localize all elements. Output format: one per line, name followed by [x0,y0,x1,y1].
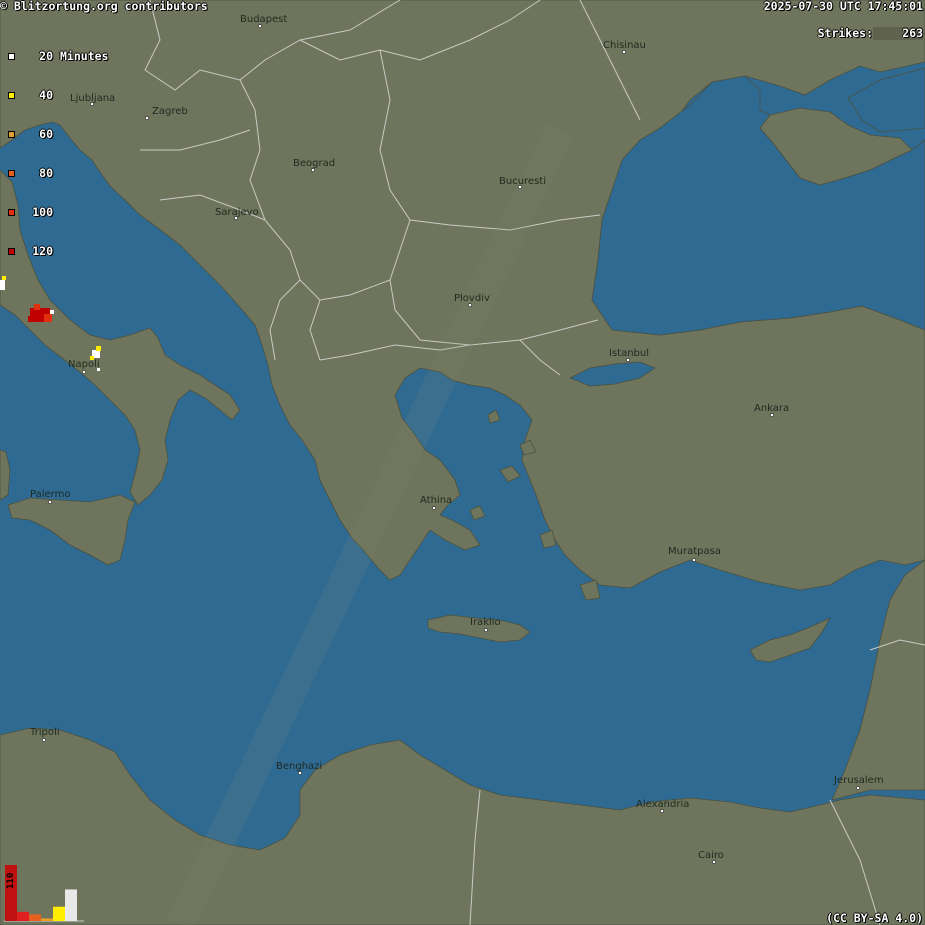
svg-text:Benghazi: Benghazi [276,761,322,772]
svg-text:Jerusalem: Jerusalem [833,775,884,786]
svg-text:Ankara: Ankara [754,403,789,414]
histogram-bar [65,889,77,921]
legend-swatch [8,248,15,255]
histogram-bar [41,918,53,921]
city-bucuresti: Bucuresti [499,176,546,189]
svg-text:Beograd: Beograd [293,158,335,169]
strikes-value: 263 [873,27,923,40]
svg-text:Alexandria: Alexandria [636,799,689,810]
license-text[interactable]: (CC BY-SA 4.0) [826,912,923,925]
legend-row-20: 20 Minutes [8,50,108,63]
legend-swatch [8,209,15,216]
legend-swatch [8,92,15,99]
svg-text:Athina: Athina [420,495,452,506]
credit-text[interactable]: © Blitzortung.org contributors [0,0,208,13]
svg-text:Sarajevo: Sarajevo [215,207,259,218]
svg-text:Napoli: Napoli [68,359,100,370]
strikes-label: Strikes: [817,26,873,40]
svg-text:Palermo: Palermo [30,489,70,500]
svg-text:Bucuresti: Bucuresti [499,176,546,187]
svg-text:Budapest: Budapest [240,14,287,25]
svg-text:Iraklio: Iraklio [470,617,501,628]
timestamp: 2025-07-30 UTC 17:45:01 [763,0,923,13]
histogram-bar [29,914,41,921]
svg-text:Plovdiv: Plovdiv [454,293,490,304]
svg-text:Cairo: Cairo [698,850,724,861]
legend-row-80: 80 [8,167,108,180]
legend-swatch [8,170,15,177]
histogram-bar [53,906,65,921]
svg-text:Chisinau: Chisinau [603,40,646,51]
svg-text:Muratpasa: Muratpasa [668,546,721,557]
legend-row-100: 100 [8,206,108,219]
svg-text:Tripoli: Tripoli [29,727,60,738]
legend-swatch [8,53,15,60]
legend-row-40: 40 [8,89,108,102]
svg-text:Istanbul: Istanbul [609,348,649,359]
legend-row-60: 60 [8,128,108,141]
legend-swatch [8,131,15,138]
lightning-map[interactable]: Budapest Chisinau Ljubljana Zagreb Beogr… [0,0,925,925]
strike-count: Strikes: 263 [818,27,923,40]
city-sarajevo: Sarajevo [215,207,259,220]
time-legend: 20 Minutes 40 60 80 100 120 [8,24,108,271]
svg-text:Zagreb: Zagreb [152,106,188,117]
histogram-bar [17,911,29,921]
legend-row-120: 120 [8,245,108,258]
histogram-max-label: 110 [6,873,16,889]
